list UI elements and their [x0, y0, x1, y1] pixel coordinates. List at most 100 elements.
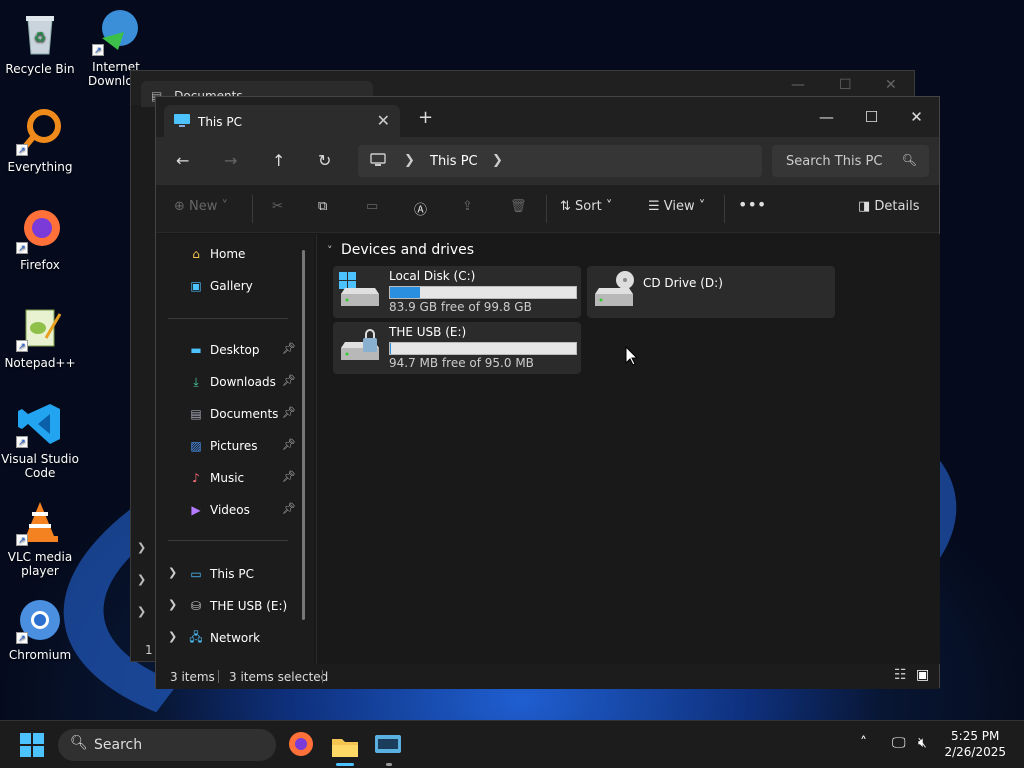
details-view-icon[interactable]: ☷: [894, 667, 907, 683]
drive-tile-local-disk-c[interactable]: Local Disk (C:) 83.9 GB free of 99.8 GB: [333, 266, 581, 318]
share-icon[interactable]: ⇪: [462, 199, 473, 214]
this-pc-icon: ▭: [190, 567, 202, 581]
expand-chevron-icon[interactable]: ❯: [168, 630, 177, 643]
taskbar-search-box[interactable]: 🔍︎ Search: [58, 729, 276, 761]
more-options-icon[interactable]: •••: [738, 195, 766, 214]
back-button[interactable]: ←: [176, 151, 189, 170]
sidebar-item-documents[interactable]: ▤ Documents: [188, 402, 278, 426]
tiles-view-icon[interactable]: ▣: [916, 667, 929, 683]
chevron-right-icon[interactable]: ❯: [137, 541, 146, 554]
shortcut-arrow-icon: ↗: [16, 144, 28, 156]
sidebar-item-label: Network: [210, 631, 261, 645]
sidebar-item-network[interactable]: 🖧︎ Network: [188, 626, 260, 650]
pin-icon[interactable]: 📌︎: [282, 438, 296, 451]
documents-icon: ▤: [190, 407, 202, 421]
usb-drive-locked-icon: [341, 329, 379, 360]
desktop-icon-everything[interactable]: ↗ Everything: [0, 108, 80, 174]
drive-usage-fill: [390, 287, 420, 298]
divider: [168, 540, 288, 541]
divider: [724, 195, 725, 223]
address-bar[interactable]: ❯ This PC ❯: [358, 145, 762, 177]
expand-chevron-icon[interactable]: ❯: [168, 598, 177, 611]
pin-icon[interactable]: 📌︎: [282, 342, 296, 355]
background-maximize-button[interactable]: ☐: [839, 77, 852, 93]
breadcrumb-chevron-icon[interactable]: ❯: [404, 153, 415, 168]
desktop-icon-vlc[interactable]: ↗ VLC media player: [0, 498, 80, 578]
delete-icon[interactable]: 🗑︎: [510, 199, 527, 214]
system-clock[interactable]: 5:25 PM 2/26/2025: [944, 728, 1006, 760]
sidebar-item-gallery[interactable]: ▣ Gallery: [188, 274, 253, 298]
volume-muted-icon[interactable]: 🔇︎: [918, 735, 927, 751]
desktop-icon-recycle-bin[interactable]: ♻ Recycle Bin: [0, 10, 80, 76]
search-placeholder: Search This PC: [786, 154, 883, 169]
tab-this-pc[interactable]: This PC ✕: [164, 105, 400, 137]
pin-icon[interactable]: 📌︎: [282, 470, 296, 483]
divider: [252, 195, 253, 223]
desktop-icon-label: Recycle Bin: [5, 62, 75, 76]
shortcut-arrow-icon: ↗: [16, 632, 28, 644]
network-icon: 🖧︎: [189, 629, 203, 644]
search-icon: 🔍︎: [901, 153, 917, 167]
taskbar-file-explorer-button[interactable]: [330, 727, 360, 767]
sort-button[interactable]: ⇅ Sort ˅: [560, 199, 612, 214]
sidebar-item-home[interactable]: ⌂ Home: [188, 242, 245, 266]
mouse-cursor-icon: [625, 346, 639, 366]
pin-icon[interactable]: 📌︎: [282, 406, 296, 419]
recycle-bin-icon: ♻: [16, 10, 64, 58]
sidebar-item-this-pc[interactable]: ▭ This PC: [188, 562, 254, 586]
group-header-devices[interactable]: ˅ Devices and drives: [327, 242, 474, 258]
drive-tile-usb-e[interactable]: THE USB (E:) 94.7 MB free of 95.0 MB: [333, 322, 581, 374]
search-box[interactable]: Search This PC 🔍︎: [772, 145, 929, 177]
taskbar-app-button[interactable]: [374, 729, 404, 767]
breadcrumb-chevron-icon[interactable]: ❯: [492, 153, 503, 168]
forward-button[interactable]: →: [224, 151, 237, 170]
sidebar-item-label: Gallery: [210, 279, 253, 293]
pin-icon[interactable]: 📌︎: [282, 374, 296, 387]
folder-icon: [332, 739, 358, 757]
up-button[interactable]: ↑: [272, 151, 285, 170]
start-button[interactable]: [20, 733, 44, 760]
desktop-icon-visual-studio-code[interactable]: ↗ Visual Studio Code: [0, 400, 80, 480]
expand-chevron-icon[interactable]: ❯: [168, 566, 177, 579]
paste-icon[interactable]: ▭: [366, 199, 378, 214]
file-explorer-window[interactable]: This PC ✕ + — ☐ ✕ ← → ↑ ↻ ❯ This PC ❯ Se…: [155, 96, 940, 689]
pin-icon[interactable]: 📌︎: [282, 502, 296, 515]
view-button[interactable]: ☰ View ˅: [648, 199, 705, 214]
music-icon: ♪: [192, 471, 200, 485]
show-hidden-icons-chevron-icon[interactable]: ˄: [860, 735, 867, 751]
new-button[interactable]: ⊕ New ˅: [174, 199, 228, 214]
refresh-button[interactable]: ↻: [318, 151, 331, 170]
background-close-button[interactable]: ✕: [885, 77, 897, 93]
clock-date: 2/26/2025: [944, 745, 1006, 759]
sidebar-item-pictures[interactable]: ▨ Pictures: [188, 434, 257, 458]
sidebar-item-usb-drive[interactable]: ⛁ THE USB (E:): [188, 594, 287, 618]
rename-icon[interactable]: Ⓐ: [414, 199, 427, 218]
vlc-cone-icon: ↗: [16, 498, 64, 546]
sidebar-item-videos[interactable]: ▶ Videos: [188, 498, 250, 522]
desktop-icon-notepad-plus-plus[interactable]: ↗ Notepad++: [0, 304, 80, 370]
taskbar-firefox-button[interactable]: [288, 731, 314, 760]
file-list-area[interactable]: ˅ Devices and drives Local Disk (C:) 83.…: [316, 234, 940, 664]
cut-icon[interactable]: ✂: [272, 199, 283, 214]
usb-drive-icon: ⛁: [190, 599, 202, 613]
chevron-right-icon[interactable]: ❯: [137, 605, 146, 618]
drive-name: CD Drive (D:): [643, 276, 723, 290]
sidebar-item-desktop[interactable]: ▬ Desktop: [188, 338, 259, 362]
details-button[interactable]: ◨ Details: [858, 199, 920, 214]
new-tab-button[interactable]: +: [418, 107, 433, 128]
chevron-right-icon[interactable]: ❯: [137, 573, 146, 586]
navigation-pane-scrollbar[interactable]: [302, 250, 305, 620]
copy-icon[interactable]: ⧉: [318, 199, 327, 214]
maximize-button[interactable]: ☐: [849, 103, 894, 131]
display-tray-icon[interactable]: 🖵︎: [892, 735, 906, 751]
background-minimize-button[interactable]: —: [791, 77, 805, 93]
drive-tile-cd-drive-d[interactable]: CD Drive (D:): [587, 266, 835, 318]
breadcrumb-this-pc[interactable]: This PC: [430, 154, 478, 169]
desktop-icon-firefox[interactable]: ↗ Firefox: [0, 206, 80, 272]
close-window-button[interactable]: ✕: [894, 103, 939, 131]
sidebar-item-downloads[interactable]: ⤓ Downloads: [188, 370, 276, 394]
minimize-button[interactable]: —: [804, 103, 849, 131]
close-tab-button[interactable]: ✕: [377, 111, 390, 130]
desktop-icon-chromium[interactable]: ↗ Chromium: [0, 596, 80, 662]
sidebar-item-music[interactable]: ♪ Music: [188, 466, 244, 490]
